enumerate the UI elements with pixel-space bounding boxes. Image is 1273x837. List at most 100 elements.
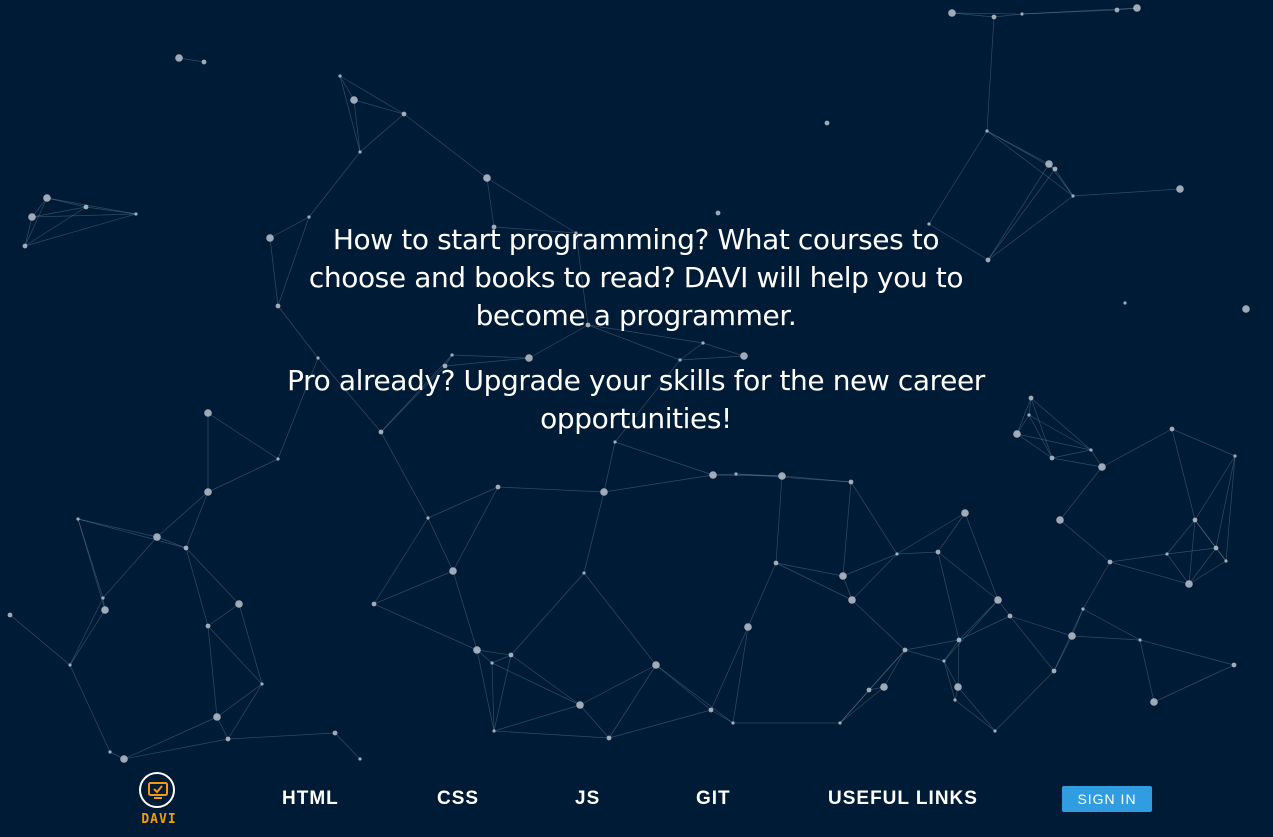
network-link (1009, 615, 1055, 672)
network-node (401, 111, 407, 117)
network-link (775, 475, 783, 564)
network-node (1176, 185, 1184, 193)
network-link (883, 649, 906, 688)
network-node (175, 54, 183, 62)
nav-link-git[interactable]: GIT (696, 788, 731, 810)
network-node (961, 509, 969, 517)
network-node (1007, 613, 1013, 619)
network-node (731, 721, 735, 725)
network-link (1059, 519, 1111, 563)
network-link (491, 662, 495, 732)
network-link (904, 649, 945, 662)
network-link (839, 686, 885, 724)
network-node (773, 560, 779, 566)
network-node (953, 698, 957, 702)
network-node (824, 120, 830, 126)
network-link (1109, 561, 1190, 585)
network-node (715, 210, 721, 216)
network-node (22, 243, 28, 249)
network-link (207, 458, 279, 493)
network-node (880, 683, 888, 691)
network-link (207, 603, 240, 627)
network-link (77, 518, 187, 549)
network-link (987, 195, 1074, 261)
nav-link-js[interactable]: JS (575, 788, 600, 810)
network-node (76, 517, 80, 521)
network-link (353, 99, 361, 153)
network-node (985, 129, 989, 133)
network-link (937, 512, 966, 553)
network-link (1188, 519, 1196, 585)
network-link (1054, 168, 1074, 197)
network-link (1071, 635, 1141, 641)
network-link (373, 517, 429, 605)
network-node (991, 14, 997, 20)
network-link (493, 704, 581, 732)
network-node (994, 596, 1002, 604)
network-link (986, 130, 1056, 170)
network-link (583, 572, 657, 666)
network-node (948, 9, 956, 17)
network-link (353, 99, 405, 115)
network-node (490, 661, 494, 665)
network-node (204, 409, 212, 417)
network-node (7, 612, 13, 618)
network-link (839, 649, 906, 724)
network-node (183, 545, 189, 551)
network-link (24, 216, 33, 247)
network-node (1027, 413, 1031, 417)
network-node (1231, 662, 1237, 668)
network-link (373, 603, 478, 651)
network-link (1166, 553, 1190, 585)
sign-in-button[interactable]: SIGN IN (1062, 786, 1152, 812)
network-node (350, 96, 358, 104)
network-link (842, 553, 898, 577)
network-node (935, 549, 941, 555)
network-node (1114, 7, 1120, 13)
network-link (427, 517, 454, 572)
network-link (1101, 428, 1173, 468)
network-node (153, 533, 161, 541)
network-link (747, 562, 777, 628)
network-link (1082, 608, 1141, 641)
network-link (842, 481, 852, 577)
network-link (986, 130, 1074, 197)
network-node (371, 601, 377, 607)
network-link (1051, 449, 1092, 459)
network-link (69, 609, 106, 666)
network-node (1133, 4, 1141, 12)
network-link (69, 664, 111, 753)
nav-link-useful-links[interactable]: USEFUL LINKS (828, 788, 978, 810)
network-node (83, 204, 89, 210)
network-link (1188, 560, 1227, 585)
network-link (896, 512, 966, 555)
network-link (216, 683, 263, 718)
network-link (614, 441, 714, 476)
network-link (1194, 455, 1236, 521)
network-node (1071, 194, 1075, 198)
network-node (576, 701, 584, 709)
network-node (204, 488, 212, 496)
network-node (358, 150, 362, 154)
network-node (1242, 305, 1250, 313)
network-node (449, 567, 457, 575)
network-link (781, 475, 852, 483)
network-link (904, 639, 960, 651)
network-link (851, 553, 898, 601)
network-link (1153, 664, 1235, 703)
nav-link-html[interactable]: HTML (282, 788, 339, 810)
davi-logo[interactable]: DAVI (135, 772, 183, 832)
network-link (156, 536, 187, 549)
network-link (775, 562, 844, 577)
network-node (839, 572, 847, 580)
network-link (1139, 639, 1155, 703)
network-node (895, 552, 899, 556)
network-node (235, 600, 243, 608)
nav-link-css[interactable]: CSS (437, 788, 479, 810)
network-link (1072, 188, 1181, 197)
network-node (734, 472, 738, 476)
network-node (652, 661, 660, 669)
network-node (1185, 580, 1193, 588)
network-link (850, 481, 898, 555)
network-link (603, 441, 616, 493)
